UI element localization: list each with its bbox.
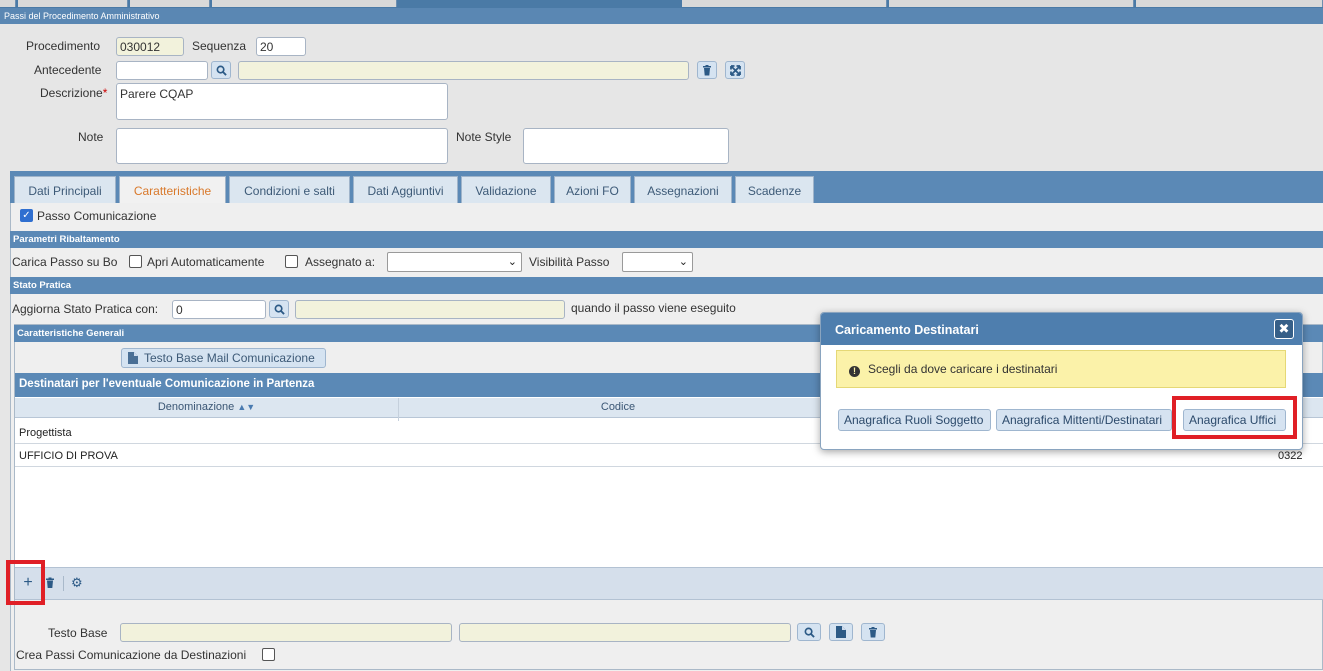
document-icon [128, 352, 138, 364]
tab-validazione[interactable]: Validazione [461, 176, 551, 204]
testo-base-mail-button[interactable]: Testo Base Mail Comunicazione [121, 348, 326, 368]
top-tab-2[interactable] [18, 0, 128, 7]
top-tab-7[interactable] [1136, 0, 1323, 7]
testo-base-search-button[interactable] [797, 623, 821, 641]
tab-dati-aggiuntivi[interactable]: Dati Aggiuntivi [353, 176, 458, 204]
delete-row-button[interactable] [45, 577, 55, 592]
tab-dati-principali[interactable]: Dati Principali [14, 176, 116, 204]
row-denominazione: Progettista [19, 427, 72, 439]
passo-comunicazione-checkbox[interactable]: ✓ [20, 209, 33, 222]
assegnato-select[interactable]: ⌄ [387, 252, 522, 272]
assegnato-label: Assegnato a: [305, 255, 376, 269]
chevron-down-icon: ⌄ [678, 256, 688, 268]
visibilita-select[interactable]: ⌄ [622, 252, 693, 272]
note-style-label: Note Style [456, 130, 512, 144]
passo-comunicazione-label: Passo Comunicazione [37, 209, 157, 223]
tab-condizioni-salti[interactable]: Condizioni e salti [229, 176, 350, 204]
trash-icon [869, 626, 877, 637]
apri-automaticamente-checkbox[interactable] [129, 255, 142, 268]
carica-passo-label: Carica Passo su Bo [12, 255, 118, 269]
top-tab-5[interactable] [682, 0, 887, 7]
note-style-field[interactable] [523, 128, 729, 164]
dialog-title: Caricamento Destinatari [821, 313, 1302, 345]
procedimento-field[interactable]: 030012 [116, 37, 184, 56]
stato-description-field[interactable] [295, 300, 565, 319]
note-label: Note [78, 130, 104, 144]
quando-label: quando il passo viene eseguito [571, 301, 736, 315]
search-icon [216, 65, 227, 76]
document-icon [836, 626, 846, 638]
tab-caratteristiche[interactable]: Caratteristiche [119, 176, 226, 204]
top-tab-4[interactable] [212, 0, 397, 7]
crea-passi-checkbox[interactable] [262, 648, 275, 661]
crea-passi-label: Crea Passi Comunicazione da Destinazioni [16, 648, 247, 662]
sort-icon: ▲▼ [237, 402, 256, 412]
stato-section-header: Stato Pratica [10, 277, 1323, 294]
row-denominazione: UFFICIO DI PROVA [19, 450, 118, 462]
anagrafica-mittenti-button[interactable]: Anagrafica Mittenti/Destinatari [996, 409, 1172, 431]
column-header-denominazione[interactable]: Denominazione ▲▼ [15, 401, 398, 413]
toolbar-divider [63, 576, 64, 591]
parametri-section-header: Parametri Ribaltamento [10, 231, 1323, 248]
descrizione-label-text: Descrizione [40, 86, 103, 100]
testo-base-description-field[interactable] [459, 623, 791, 642]
search-icon [274, 304, 285, 315]
tab-scadenze[interactable]: Scadenze [735, 176, 814, 204]
info-alert: ! Scegli da dove caricare i destinatari [836, 350, 1286, 388]
descrizione-label: Descrizione* [40, 86, 107, 100]
top-tab-6[interactable] [889, 0, 1134, 7]
visibilita-label: Visibilità Passo [529, 255, 610, 269]
row-extra: 0322 [1278, 450, 1303, 462]
testo-base-label: Testo Base [48, 626, 108, 640]
trash-icon [46, 577, 54, 588]
settings-gear-icon[interactable]: ⚙ [71, 575, 83, 591]
antecedente-expand-button[interactable] [725, 61, 745, 79]
search-icon [804, 627, 815, 638]
required-marker: * [102, 86, 108, 100]
alert-icon: ! [849, 366, 860, 377]
trash-icon [703, 64, 711, 75]
tab-azioni-fo[interactable]: Azioni FO [554, 176, 631, 204]
close-icon[interactable]: ✖ [1274, 319, 1294, 339]
antecedente-label: Antecedente [34, 63, 102, 77]
procedimento-label: Procedimento [26, 39, 101, 53]
column-header-denominazione-label: Denominazione [157, 401, 235, 413]
grid-toolbar [15, 567, 1323, 600]
antecedente-delete-button[interactable] [697, 61, 717, 79]
aggiorna-stato-field[interactable]: 0 [172, 300, 266, 319]
descrizione-field[interactable]: Parere CQAP [116, 83, 448, 120]
top-tab-3[interactable] [130, 0, 210, 7]
testo-base-document-button[interactable] [829, 623, 853, 641]
antecedente-code-field[interactable] [116, 61, 208, 80]
antecedente-description-field[interactable] [238, 61, 689, 80]
note-field[interactable] [116, 128, 448, 164]
tab-assegnazioni[interactable]: Assegnazioni [634, 176, 732, 204]
sequenza-label: Sequenza [192, 39, 247, 53]
top-tab-1[interactable] [0, 0, 16, 7]
stato-search-button[interactable] [269, 300, 289, 318]
highlight-add-button [6, 560, 45, 605]
sequenza-field[interactable]: 20 [256, 37, 306, 56]
column-header-codice[interactable]: Codice [399, 401, 837, 413]
chevron-down-icon: ⌄ [507, 256, 517, 268]
anagrafica-ruoli-button[interactable]: Anagrafica Ruoli Soggetto [838, 409, 991, 431]
antecedente-search-button[interactable] [211, 61, 231, 79]
highlight-uffici-button [1172, 396, 1297, 439]
testo-base-field[interactable] [120, 623, 452, 642]
page-title: Passi del Procedimento Amministrativo [0, 8, 1323, 24]
alert-message: Scegli da dove caricare i destinatari [868, 362, 1058, 376]
assegnato-checkbox[interactable] [285, 255, 298, 268]
testo-base-mail-label: Testo Base Mail Comunicazione [144, 351, 315, 365]
testo-base-delete-button[interactable] [861, 623, 885, 641]
expand-icon [729, 64, 741, 76]
aggiorna-stato-label: Aggiorna Stato Pratica con: [12, 302, 159, 316]
apri-automaticamente-label: Apri Automaticamente [147, 255, 265, 269]
